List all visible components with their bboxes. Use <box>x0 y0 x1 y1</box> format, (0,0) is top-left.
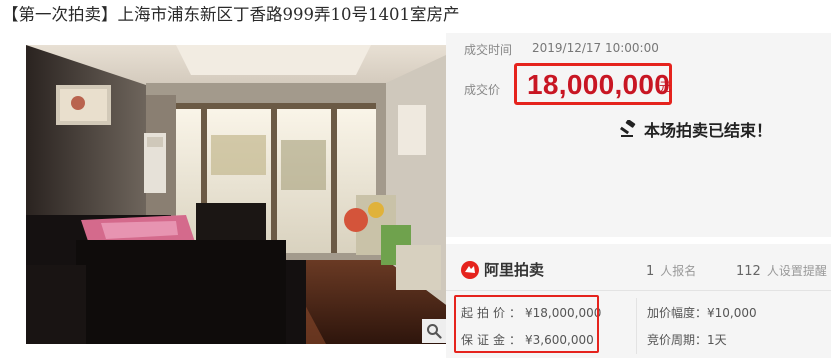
alipaimai-logo-icon <box>461 260 479 279</box>
terms-highlight-box <box>454 295 599 353</box>
zoom-button[interactable] <box>422 319 446 343</box>
signups-count: 1 人报名 <box>646 262 696 279</box>
reminders-number: 112 <box>736 264 761 279</box>
deal-price-highlight: 18,000,000 元 <box>514 63 672 105</box>
meta-divider <box>446 290 831 291</box>
increment-value: ¥10,000 <box>707 306 757 320</box>
period-value: 1天 <box>707 333 727 347</box>
auction-status-text: 本场拍卖已结束！ <box>644 121 773 140</box>
auction-status: 本场拍卖已结束！ <box>620 117 772 141</box>
magnifier-icon <box>427 324 442 339</box>
platform-name: 阿里拍卖 <box>484 261 545 279</box>
deal-price-label: 成交价 <box>464 83 501 97</box>
room-image <box>26 45 446 344</box>
increment-label: 加价幅度： <box>647 306 708 320</box>
listing-title: 【第一次拍卖】上海市浦东新区丁香路999弄10号1401室房产 <box>2 5 460 24</box>
signups-label: 人报名 <box>660 264 697 278</box>
property-photo[interactable] <box>26 45 446 344</box>
increment-row: 加价幅度：¥10,000 <box>647 304 757 321</box>
alipaimai-logo[interactable]: 阿里拍卖 <box>460 259 544 280</box>
deal-price-value: 18,000,000 <box>527 69 671 100</box>
deal-price-unit: 元 <box>659 80 672 94</box>
period-row: 竞价周期：1天 <box>647 331 727 348</box>
period-label: 竞价周期： <box>647 333 708 347</box>
deal-time-row: 成交时间 2019/12/17 10:00:00 <box>464 41 659 58</box>
reminders-label: 人设置提醒 <box>766 264 827 278</box>
deal-time-value: 2019/12/17 10:00:00 <box>532 41 659 55</box>
deal-info-panel: 成交时间 2019/12/17 10:00:00 成交价 18,000,000 … <box>446 33 831 237</box>
deal-time-label: 成交时间 <box>464 43 513 57</box>
gavel-icon <box>620 120 636 137</box>
signups-number: 1 <box>646 264 655 279</box>
reminders-count: 112 人设置提醒 <box>736 262 827 279</box>
terms-column-divider <box>636 298 637 354</box>
